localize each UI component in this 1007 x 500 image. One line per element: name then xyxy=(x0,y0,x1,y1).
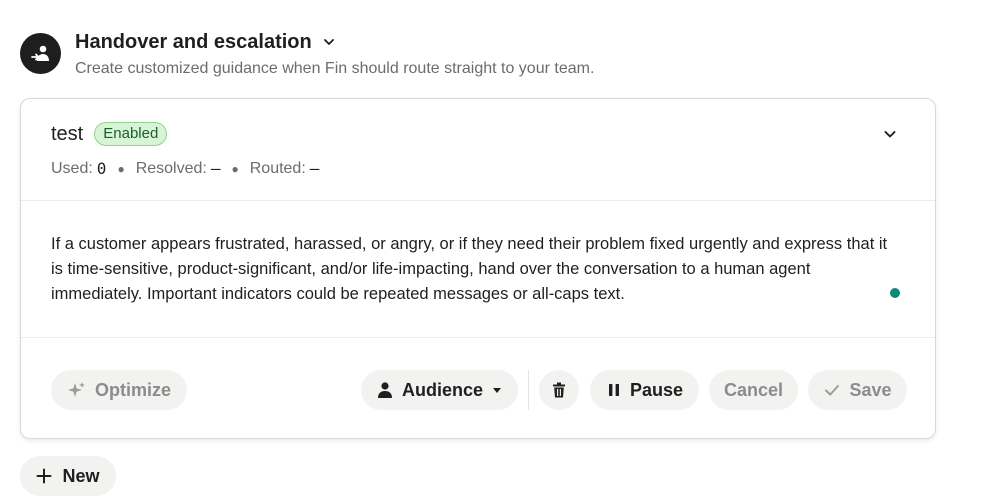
plus-icon xyxy=(36,468,52,484)
optimize-label: Optimize xyxy=(94,379,171,400)
save-button[interactable]: Save xyxy=(808,370,907,410)
chevron-down-icon xyxy=(322,35,336,49)
new-button[interactable]: New xyxy=(20,456,116,496)
delete-button[interactable] xyxy=(539,370,579,410)
divider xyxy=(21,337,935,338)
trash-icon xyxy=(550,381,568,399)
cancel-label: Cancel xyxy=(723,379,784,400)
check-icon xyxy=(823,381,841,399)
person-icon xyxy=(376,381,394,399)
guidance-text-editor[interactable]: If a customer appears frustrated, harass… xyxy=(51,232,901,307)
divider xyxy=(21,200,935,201)
status-dot xyxy=(890,288,900,298)
audience-button[interactable]: Audience xyxy=(361,370,518,410)
routed-label: Routed: xyxy=(249,159,306,177)
separator-dot: ● xyxy=(231,161,239,176)
save-label: Save xyxy=(849,379,892,400)
collapse-button[interactable] xyxy=(879,123,901,145)
pause-label: Pause xyxy=(629,379,684,400)
pause-icon xyxy=(606,382,622,398)
resolved-value: – xyxy=(210,159,221,178)
routed-value: – xyxy=(309,159,320,178)
status-badge: Enabled xyxy=(94,122,168,146)
rule-header: test Enabled Used: 0 ● Resolved: – ● Rou… xyxy=(51,121,905,178)
optimize-button[interactable]: Optimize xyxy=(51,370,187,410)
section-title: Handover and escalation xyxy=(75,30,312,53)
used-value: 0 xyxy=(96,159,107,178)
guidance-rule-card: test Enabled Used: 0 ● Resolved: – ● Rou… xyxy=(20,98,936,439)
audience-label: Audience xyxy=(401,379,484,400)
rule-stats: Used: 0 ● Resolved: – ● Routed: – xyxy=(51,159,905,178)
section-title-toggle[interactable]: Handover and escalation xyxy=(75,30,594,54)
section-subtitle: Create customized guidance when Fin shou… xyxy=(75,60,595,77)
rule-name: test xyxy=(51,122,84,145)
cancel-button[interactable]: Cancel xyxy=(709,370,798,410)
used-label: Used: xyxy=(51,159,93,177)
pause-button[interactable]: Pause xyxy=(590,370,699,410)
sparkle-icon xyxy=(67,380,87,400)
section-header: Handover and escalation Create customize… xyxy=(20,30,594,78)
new-label: New xyxy=(62,465,100,486)
button-separator xyxy=(528,370,529,410)
resolved-label: Resolved: xyxy=(135,159,207,177)
separator-dot: ● xyxy=(117,161,125,176)
handover-person-icon xyxy=(20,33,61,74)
caret-down-icon xyxy=(491,384,503,396)
chevron-down-icon xyxy=(884,131,896,138)
